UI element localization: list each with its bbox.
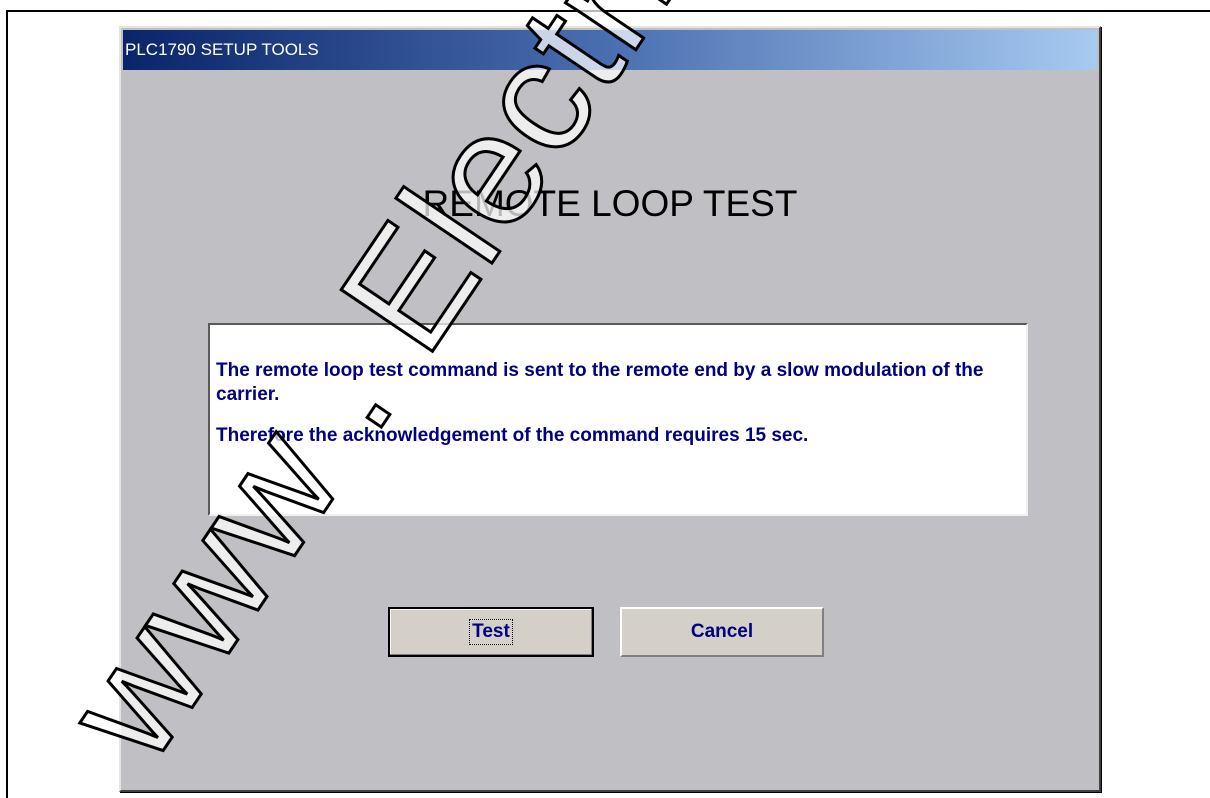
- message-box: The remote loop test command is sent to …: [208, 323, 1028, 516]
- cancel-button-label: Cancel: [690, 621, 754, 642]
- test-button[interactable]: Test: [388, 607, 594, 657]
- window-titlebar[interactable]: PLC1790 SETUP TOOLS: [123, 30, 1097, 70]
- dialog-heading: REMOTE LOOP TEST: [422, 183, 798, 224]
- window-title: PLC1790 SETUP TOOLS: [125, 40, 319, 59]
- message-paragraph-2: Therefore the acknowledgement of the com…: [216, 425, 809, 446]
- test-button-label: Test: [469, 619, 513, 645]
- dialog-window: PLC1790 SETUP TOOLS REMOTE LOOP TEST The…: [119, 26, 1101, 792]
- message-paragraph-1: The remote loop test command is sent to …: [216, 360, 984, 405]
- cancel-button[interactable]: Cancel: [620, 607, 824, 657]
